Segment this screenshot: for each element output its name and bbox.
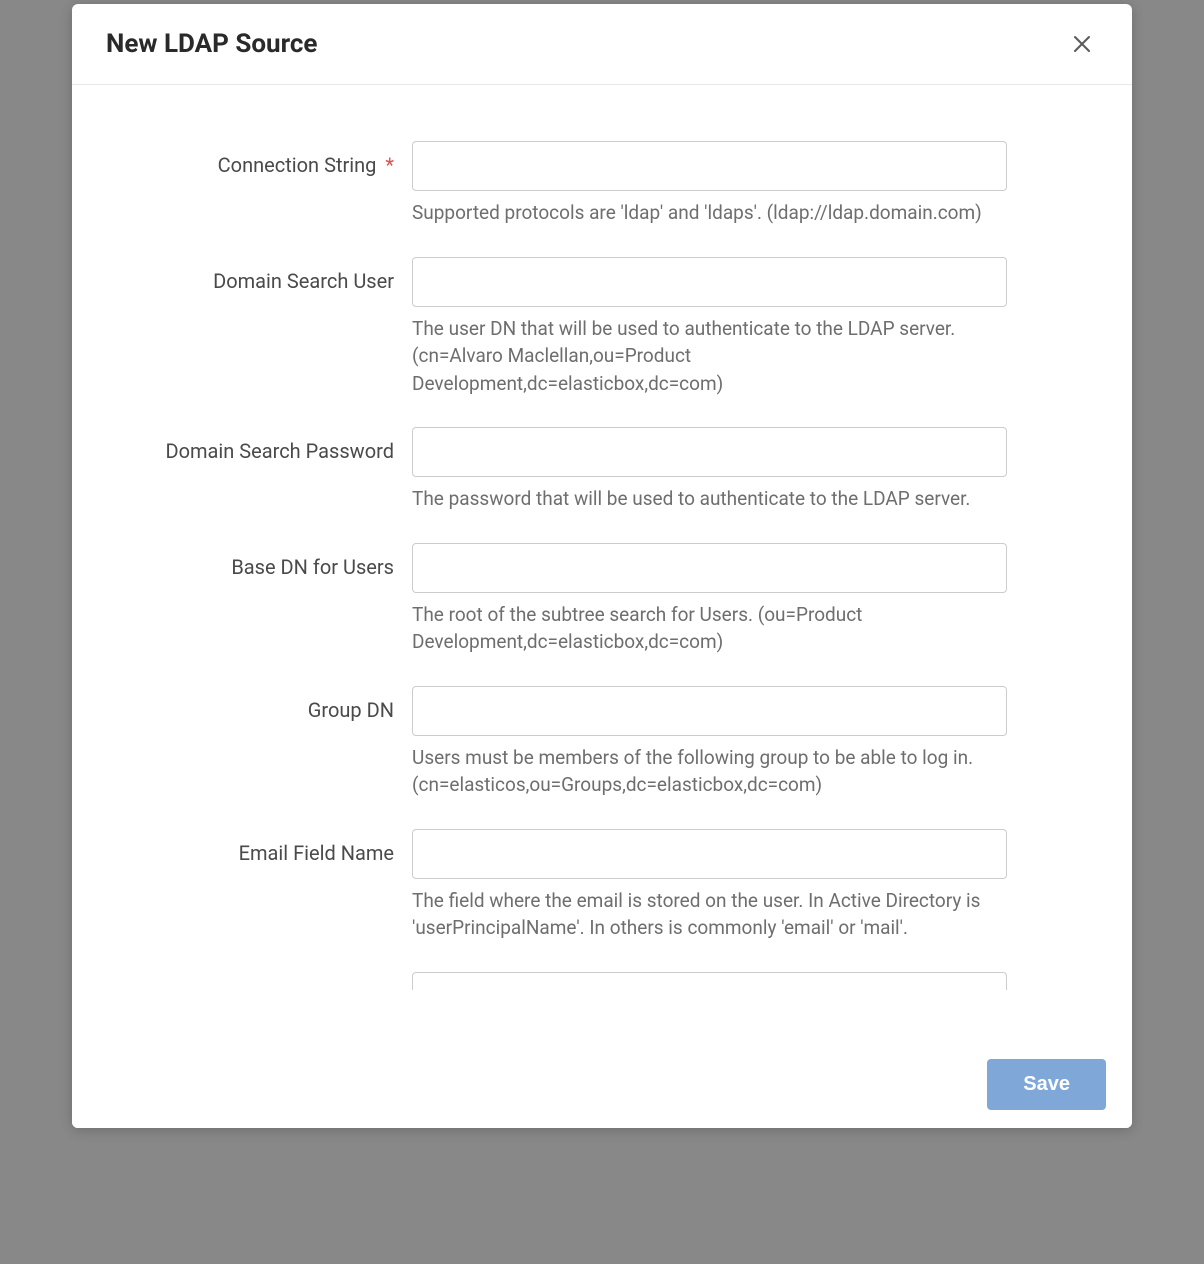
group-dn-input[interactable] (412, 686, 1007, 736)
help-email-field-name: The field where the email is stored on t… (412, 887, 1007, 942)
domain-search-password-input[interactable] (412, 427, 1007, 477)
field-email-field-name: Email Field Name The field where the ema… (112, 829, 1092, 942)
new-ldap-source-modal: New LDAP Source Connection String * Supp… (72, 4, 1132, 1128)
help-domain-search-password: The password that will be used to authen… (412, 485, 1007, 513)
help-group-dn: Users must be members of the following g… (412, 744, 1007, 799)
label-base-dn-users: Base DN for Users (112, 543, 412, 579)
modal-footer: Save (72, 1040, 1132, 1128)
close-icon (1070, 32, 1094, 56)
save-button[interactable]: Save (987, 1059, 1106, 1110)
field-next-partial (112, 972, 1092, 990)
label-email-field-name: Email Field Name (112, 829, 412, 865)
help-domain-search-user: The user DN that will be used to authent… (412, 315, 1007, 398)
modal-body: Connection String * Supported protocols … (72, 85, 1132, 1040)
field-connection-string: Connection String * Supported protocols … (112, 141, 1092, 227)
label-group-dn: Group DN (112, 686, 412, 722)
help-base-dn-users: The root of the subtree search for Users… (412, 601, 1007, 656)
help-connection-string: Supported protocols are 'ldap' and 'ldap… (412, 199, 1007, 227)
field-domain-search-user: Domain Search User The user DN that will… (112, 257, 1092, 398)
label-connection-string: Connection String * (112, 141, 412, 177)
field-base-dn-users: Base DN for Users The root of the subtre… (112, 543, 1092, 656)
label-domain-search-user: Domain Search User (112, 257, 412, 293)
domain-search-user-input[interactable] (412, 257, 1007, 307)
required-asterisk: * (385, 153, 394, 177)
field-group-dn: Group DN Users must be members of the fo… (112, 686, 1092, 799)
modal-title: New LDAP Source (106, 29, 317, 59)
next-field-partial (412, 972, 1007, 990)
connection-string-input[interactable] (412, 141, 1007, 191)
label-domain-search-password: Domain Search Password (112, 427, 412, 463)
modal-header: New LDAP Source (72, 4, 1132, 85)
base-dn-users-input[interactable] (412, 543, 1007, 593)
email-field-name-input[interactable] (412, 829, 1007, 879)
field-domain-search-password: Domain Search Password The password that… (112, 427, 1092, 513)
close-button[interactable] (1066, 28, 1098, 60)
